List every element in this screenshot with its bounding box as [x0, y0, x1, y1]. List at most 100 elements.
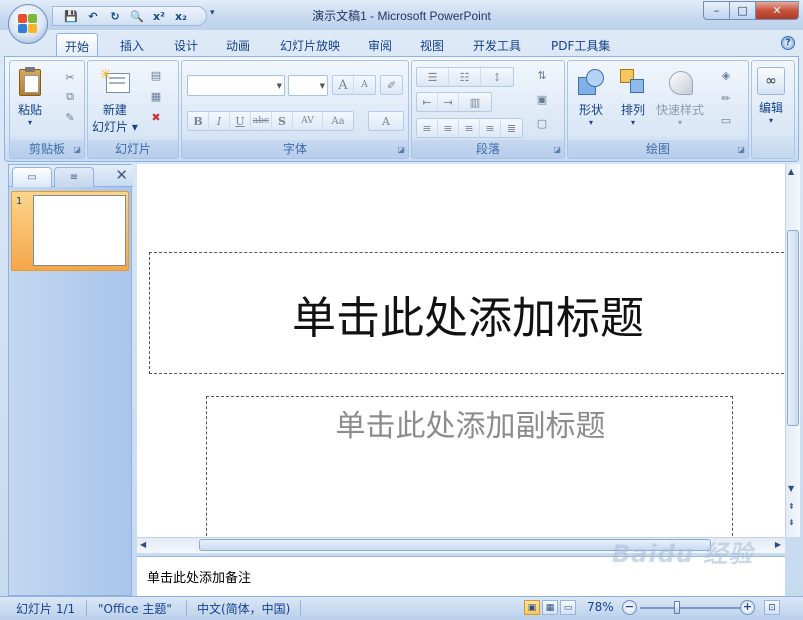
distribute-icon[interactable]: ≣ — [501, 119, 522, 137]
zoom-slider-track[interactable] — [640, 607, 740, 609]
scroll-down-icon[interactable]: ▼ — [788, 484, 794, 493]
indent-buttons: ⇤ ⇥ ▥ — [416, 92, 492, 112]
shapes-button[interactable]: 形状 ▾ — [576, 67, 606, 127]
status-bar: 幻灯片 1/1 "Office 主题" 中文(简体，中国) ▣ ▦ ▭ 78% … — [0, 596, 803, 620]
help-icon[interactable]: ? — [781, 36, 795, 50]
scroll-up-icon[interactable]: ▲ — [788, 167, 794, 176]
slides-tab-icon[interactable]: ▭ — [12, 167, 52, 187]
dialog-launcher-icon[interactable]: ◪ — [73, 145, 81, 154]
shape-effects-icon[interactable]: ▭ — [718, 112, 734, 128]
cut-icon[interactable]: ✂ — [62, 69, 78, 85]
columns-icon[interactable]: ▥ — [459, 93, 491, 111]
layout-icon[interactable]: ▤ — [148, 67, 164, 83]
align-left-icon[interactable]: ≡ — [417, 119, 438, 137]
italic-icon[interactable]: I — [209, 112, 230, 130]
format-painter-icon[interactable]: ✎ — [62, 109, 78, 125]
title-placeholder[interactable]: 单击此处添加标题 — [149, 252, 785, 374]
watermark: Baidu 经验 — [612, 540, 754, 568]
change-case-icon[interactable]: Aa — [323, 112, 353, 130]
quick-styles-icon — [665, 67, 695, 97]
quick-styles-label: 快速样式 — [656, 103, 705, 117]
slide-number: 1 — [16, 196, 23, 207]
zoom-in-icon[interactable]: + — [740, 600, 755, 615]
tab-design[interactable]: 设计 — [166, 33, 206, 56]
tab-slideshow[interactable]: 幻灯片放映 — [272, 33, 348, 56]
shape-fill-icon[interactable]: ◈ — [718, 67, 734, 83]
delete-slide-icon[interactable]: ✖ — [148, 109, 164, 125]
zoom-out-icon[interactable]: − — [622, 600, 637, 615]
tab-developer[interactable]: 开发工具 — [465, 33, 529, 56]
slide-sorter-icon[interactable]: ▦ — [542, 600, 558, 615]
paste-label: 粘贴 — [17, 103, 42, 117]
quick-styles-arrow: ▾ — [678, 118, 683, 127]
font-color-button[interactable]: A — [368, 111, 404, 131]
tab-pdf-tools[interactable]: PDF工具集 — [543, 33, 618, 56]
window-title: 演示文稿1 - Microsoft PowerPoint — [312, 9, 491, 23]
next-slide-icon[interactable]: ⇟ — [788, 518, 795, 527]
underline-icon[interactable]: U — [230, 112, 251, 130]
numbering-icon[interactable]: ☷ — [449, 68, 481, 86]
zoom-level[interactable]: 78% — [587, 600, 614, 614]
new-slide-button[interactable]: ✳ 新建 幻灯片 ▾ — [92, 67, 138, 135]
ribbon: 粘贴 ▾ ✂ ⧉ ✎ 剪贴板 ◪ ✳ 新建 幻灯片 ▾ ▤ ▦ ✖ 幻灯片 ▼ … — [4, 56, 799, 162]
shadow-icon[interactable]: S — [272, 112, 293, 130]
tab-animation[interactable]: 动画 — [218, 33, 258, 56]
scroll-left-icon[interactable]: ◀ — [140, 540, 146, 549]
char-spacing-icon[interactable]: AV — [293, 112, 323, 130]
group-label-font: 字体 — [182, 140, 408, 158]
strikethrough-icon[interactable]: abc — [251, 112, 272, 130]
paste-button[interactable]: 粘贴 ▾ — [15, 67, 45, 127]
minimize-button[interactable]: – — [703, 1, 730, 20]
vertical-scrollbar[interactable]: ▲ ▼ ⇞ ⇟ — [785, 164, 800, 537]
shapes-icon — [576, 67, 606, 97]
subtitle-placeholder[interactable]: 单击此处添加副标题 — [206, 396, 733, 537]
outline-tab-icon[interactable]: ≡ — [54, 167, 94, 187]
slideshow-icon[interactable]: ▭ — [560, 600, 576, 615]
grow-font-icon[interactable]: A — [333, 76, 354, 94]
slide-thumbnail-selected[interactable]: 1 — [11, 191, 129, 271]
tab-view[interactable]: 视图 — [412, 33, 452, 56]
shape-outline-icon[interactable]: ✏ — [718, 90, 734, 106]
align-center-icon[interactable]: ≡ — [438, 119, 459, 137]
bullets-icon[interactable]: ☰ — [417, 68, 449, 86]
vertical-scroll-thumb[interactable] — [787, 230, 799, 426]
close-button[interactable]: ✕ — [755, 1, 799, 20]
office-button[interactable] — [8, 4, 48, 44]
smartart-icon[interactable]: ▢ — [534, 115, 550, 131]
clear-format-button[interactable]: ✐ — [380, 75, 403, 95]
arrange-button[interactable]: 排列 ▾ — [618, 67, 648, 127]
decrease-indent-icon[interactable]: ⇤ — [417, 93, 438, 111]
theme-name[interactable]: "Office 主题" — [98, 600, 172, 617]
font-size-combo[interactable]: ▼ — [288, 75, 328, 96]
quick-styles-button[interactable]: 快速样式 ▾ — [656, 67, 704, 127]
text-direction-icon[interactable]: ⇅ — [534, 67, 550, 83]
editing-button[interactable]: ∞ 编辑 ▾ — [757, 67, 785, 125]
format-buttons: B I U abc S AV Aa — [187, 111, 354, 131]
font-name-combo[interactable]: ▼ — [187, 75, 285, 96]
reset-icon[interactable]: ▦ — [148, 88, 164, 104]
dialog-launcher-icon[interactable]: ◪ — [553, 145, 561, 154]
close-icon[interactable]: ✕ — [115, 166, 128, 184]
previous-slide-icon[interactable]: ⇞ — [788, 502, 795, 511]
scroll-right-icon[interactable]: ▶ — [775, 540, 781, 549]
dialog-launcher-icon[interactable]: ◪ — [397, 145, 405, 154]
zoom-slider-knob[interactable] — [674, 601, 680, 614]
shrink-font-icon[interactable]: A — [354, 76, 375, 94]
justify-icon[interactable]: ≡ — [480, 119, 501, 137]
increase-indent-icon[interactable]: ⇥ — [438, 93, 459, 111]
tab-insert[interactable]: 插入 — [112, 33, 152, 56]
copy-icon[interactable]: ⧉ — [62, 89, 78, 105]
line-spacing-icon[interactable]: ↕ — [481, 68, 513, 86]
align-text-icon[interactable]: ▣ — [534, 91, 550, 107]
maximize-button[interactable]: □ — [729, 1, 756, 20]
tab-home[interactable]: 开始 — [56, 33, 99, 56]
divider — [186, 600, 187, 616]
bold-icon[interactable]: B — [188, 112, 209, 130]
normal-view-icon[interactable]: ▣ — [524, 600, 540, 615]
language-indicator[interactable]: 中文(简体，中国) — [197, 600, 290, 617]
dialog-launcher-icon[interactable]: ◪ — [737, 145, 745, 154]
align-right-icon[interactable]: ≡ — [459, 119, 480, 137]
group-paragraph: ☰ ☷ ↕ ⇅ ⇤ ⇥ ▥ ▣ ≡ ≡ ≡ ≡ ≣ ▢ 段落 ◪ — [411, 60, 565, 159]
tab-review[interactable]: 审阅 — [360, 33, 400, 56]
fit-to-window-icon[interactable]: ⊡ — [764, 600, 780, 615]
